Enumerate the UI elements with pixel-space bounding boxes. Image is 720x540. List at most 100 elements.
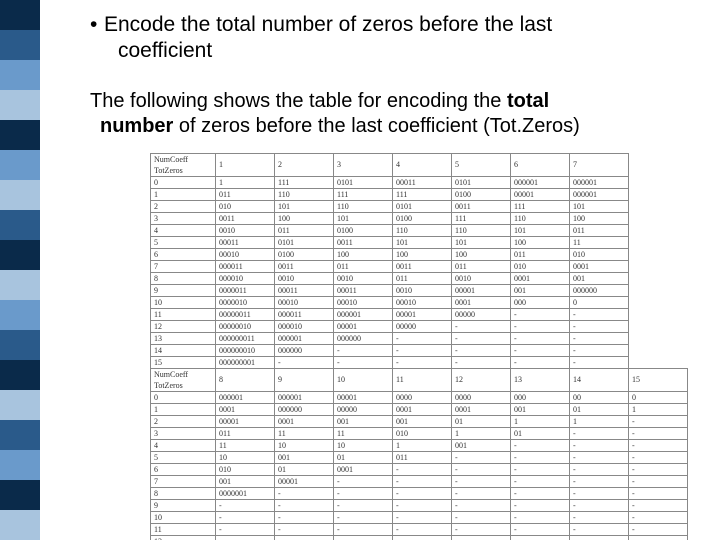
code-cell: 101 [393, 236, 452, 248]
code-cell: - [629, 487, 688, 499]
table-row: 51000101011---- [151, 451, 688, 463]
code-cell: 01 [334, 451, 393, 463]
row-header: 4 [151, 439, 216, 451]
col-header: 3 [334, 153, 393, 176]
code-cell: 0001 [452, 296, 511, 308]
code-cell: 0100 [393, 212, 452, 224]
bullet-item: •Encode the total number of zeros before… [90, 12, 690, 38]
row-header: 4 [151, 224, 216, 236]
code-cell: - [275, 535, 334, 540]
code-cell: 00010 [216, 248, 275, 260]
code-cell: 00011 [393, 176, 452, 188]
code-cell: - [570, 475, 629, 487]
code-cell: 110 [275, 188, 334, 200]
code-cell: 0001 [570, 260, 629, 272]
col-header: 1 [216, 153, 275, 176]
encoding-tables: NumCoeffTotZeros123456701111010100011010… [150, 153, 690, 540]
code-cell: - [570, 308, 629, 320]
code-cell: 00001 [275, 475, 334, 487]
code-cell: 000000 [570, 284, 629, 296]
code-cell: 000001 [511, 176, 570, 188]
table-row: 900000110001100011001000001001000000 [151, 284, 629, 296]
code-cell: - [216, 523, 275, 535]
code-cell: 0101 [334, 176, 393, 188]
code-cell: 100 [452, 248, 511, 260]
code-cell: 00001 [334, 391, 393, 403]
code-cell: 101 [511, 224, 570, 236]
col-header: 13 [511, 368, 570, 391]
code-cell: - [570, 320, 629, 332]
code-cell: - [452, 451, 511, 463]
paragraph-line2: number of zeros before the last coeffici… [100, 114, 690, 139]
code-cell: - [511, 320, 570, 332]
code-cell: 000000 [275, 344, 334, 356]
code-cell: 000011 [275, 308, 334, 320]
row-header: 9 [151, 499, 216, 511]
code-cell: - [275, 511, 334, 523]
table-row: 6000100100100100100011010 [151, 248, 629, 260]
code-cell: 0001 [275, 415, 334, 427]
code-cell: - [629, 451, 688, 463]
code-cell: - [511, 308, 570, 320]
code-cell: - [393, 344, 452, 356]
code-cell: 00000011 [216, 308, 275, 320]
code-cell: 0000001 [216, 487, 275, 499]
row-header: 8 [151, 272, 216, 284]
col-header: 12 [452, 368, 511, 391]
code-cell: 01 [570, 403, 629, 415]
bullet-text-line2: coefficient [118, 38, 690, 64]
row-header: 13 [151, 332, 216, 344]
code-cell: 101 [334, 212, 393, 224]
code-cell: 11 [275, 427, 334, 439]
code-cell: 011 [452, 260, 511, 272]
code-cell: 10 [216, 451, 275, 463]
para-text-1b: total [507, 90, 549, 112]
code-cell: - [452, 320, 511, 332]
code-cell: 100 [275, 212, 334, 224]
code-cell: 001 [511, 284, 570, 296]
code-cell: 000 [511, 296, 570, 308]
code-cell: - [452, 332, 511, 344]
row-header: 2 [151, 200, 216, 212]
code-cell: 010 [570, 248, 629, 260]
code-cell: - [570, 499, 629, 511]
code-cell: - [629, 511, 688, 523]
code-cell: 00001 [511, 188, 570, 200]
code-cell: 001 [216, 475, 275, 487]
code-cell: 111 [334, 188, 393, 200]
code-cell: 00000010 [216, 320, 275, 332]
code-cell: 10 [334, 439, 393, 451]
row-header: 5 [151, 451, 216, 463]
code-cell: - [570, 439, 629, 451]
table-row: 6010010001----- [151, 463, 688, 475]
table-row: 1011110111111010000001000001 [151, 188, 629, 200]
code-cell: 000010 [216, 272, 275, 284]
totzeros-table-upper: NumCoeffTotZeros123456701111010100011010… [150, 153, 629, 369]
para-text-2b: of zeros before the last coefficient (To… [173, 115, 579, 137]
code-cell: 010 [511, 260, 570, 272]
code-cell: 0101 [393, 200, 452, 212]
code-cell: - [275, 487, 334, 499]
row-header: 6 [151, 463, 216, 475]
code-cell: - [393, 356, 452, 368]
code-cell: 010 [216, 463, 275, 475]
code-cell: 00000 [452, 308, 511, 320]
code-cell: 11 [334, 427, 393, 439]
col-header: 15 [629, 368, 688, 391]
col-header: 4 [393, 153, 452, 176]
col-header: 14 [570, 368, 629, 391]
code-cell: 00000 [334, 403, 393, 415]
code-cell: - [629, 499, 688, 511]
code-cell: 00010 [275, 296, 334, 308]
code-cell: 0011 [452, 200, 511, 212]
code-cell: - [511, 439, 570, 451]
code-cell: 0011 [216, 212, 275, 224]
code-cell: - [275, 523, 334, 535]
code-cell: 11 [570, 236, 629, 248]
code-cell: 1 [393, 439, 452, 451]
code-cell: - [511, 332, 570, 344]
code-cell: - [334, 523, 393, 535]
col-header: 5 [452, 153, 511, 176]
code-cell: 0000 [393, 391, 452, 403]
code-cell: 000011 [216, 260, 275, 272]
